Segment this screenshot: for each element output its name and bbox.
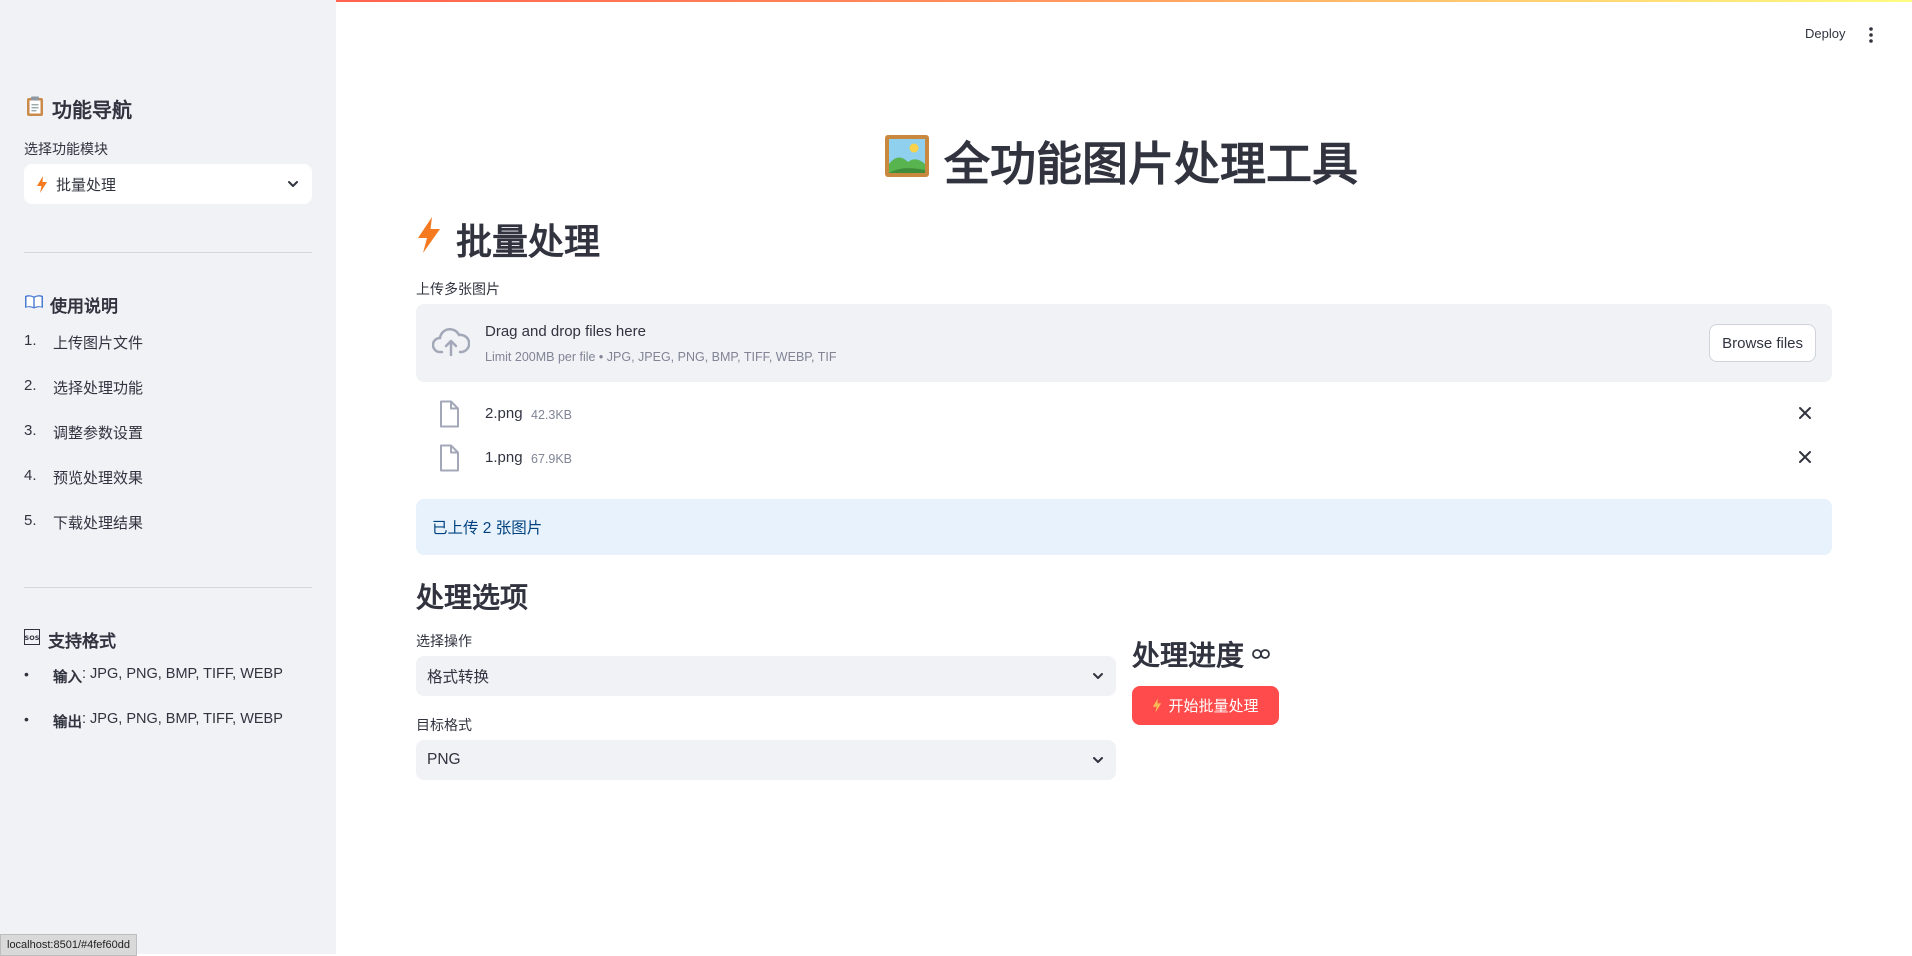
instructions-list: 1. 上传图片文件 2. 选择处理功能 3. 调整参数设置 4. 预览处理效果 5. 下载…	[24, 332, 143, 557]
file-size: 42.3KB	[531, 408, 573, 422]
step-number: 4.	[24, 467, 37, 484]
chevron-down-icon	[1091, 753, 1105, 767]
file-dropzone[interactable]: Drag and drop files here Limit 200MB per…	[416, 304, 1832, 382]
deploy-button[interactable]: Deploy	[1805, 26, 1845, 41]
step-text: 预览处理效果	[53, 470, 144, 487]
format-value: : JPG, PNG, BMP, TIFF, WEBP	[82, 666, 283, 682]
step-text: 调整参数设置	[53, 425, 144, 442]
format-value: : JPG, PNG, BMP, TIFF, WEBP	[82, 711, 283, 727]
info-alert: 已上传 2 张图片	[416, 499, 1832, 555]
sidebar-nav-title-text: 功能导航	[52, 100, 132, 122]
formats-list: • 输入: JPG, PNG, BMP, TIFF, WEBP • 输出: JPG,…	[24, 666, 283, 756]
bullet: •	[24, 666, 29, 682]
sidebar-divider	[24, 587, 312, 588]
formats-title-text: 支持格式	[48, 632, 116, 651]
lightning-icon	[36, 175, 48, 193]
uploaded-file-row: 2.png 42.3KB	[416, 396, 1832, 432]
browse-files-button[interactable]: Browse files	[1709, 324, 1816, 362]
sidebar-nav-title: 功能导航	[24, 94, 132, 123]
format-name: 输入	[53, 670, 82, 686]
list-item: • 输入: JPG, PNG, BMP, TIFF, WEBP	[24, 666, 283, 711]
format-name: 输出	[53, 715, 82, 731]
page-title: 全功能图片处理工具	[884, 128, 1358, 194]
open-book-icon	[24, 294, 44, 315]
step-number: 2.	[24, 377, 37, 394]
instructions-title: 使用说明	[24, 292, 118, 317]
module-select-value: 批量处理	[56, 176, 117, 194]
format-select-value: PNG	[427, 751, 461, 768]
sidebar: 功能导航 选择功能模块 批量处理 使用说明 1. 上传图片文件 2. 选择处理功能 …	[0, 0, 336, 954]
progress-title: 处理进度	[1132, 634, 1270, 674]
svg-text:SOS: SOS	[25, 634, 40, 642]
operation-select-value: 格式转换	[427, 669, 490, 686]
file-icon	[438, 444, 460, 472]
step-number: 5.	[24, 512, 37, 529]
dropzone-limit: Limit 200MB per file • JPG, JPEG, PNG, B…	[485, 350, 837, 364]
formats-title: SOS 支持格式	[24, 627, 116, 652]
format-label: 目标格式	[416, 717, 472, 733]
lightning-icon	[1152, 698, 1162, 713]
start-batch-button-label: 开始批量处理	[1168, 698, 1259, 715]
section-title: 批量处理	[416, 213, 600, 265]
section-title-text: 批量处理	[456, 221, 601, 262]
lightning-icon	[416, 216, 442, 262]
list-item: 2. 选择处理功能	[24, 377, 143, 422]
chevron-down-icon	[1091, 669, 1105, 683]
file-icon	[438, 400, 460, 428]
list-item: • 输出: JPG, PNG, BMP, TIFF, WEBP	[24, 711, 283, 756]
step-text: 上传图片文件	[53, 335, 144, 352]
file-size: 67.9KB	[531, 452, 573, 466]
instructions-title-text: 使用说明	[50, 297, 118, 316]
bullet: •	[24, 711, 29, 727]
framed-picture-icon	[884, 134, 930, 189]
step-number: 3.	[24, 422, 37, 439]
more-vertical-icon[interactable]	[1868, 26, 1874, 44]
step-text: 下载处理结果	[53, 515, 144, 532]
list-item: 1. 上传图片文件	[24, 332, 143, 377]
chevron-down-icon	[286, 177, 300, 191]
status-bar-url: localhost:8501/#4fef60dd	[0, 934, 137, 956]
start-batch-button[interactable]: 开始批量处理	[1132, 686, 1279, 725]
close-icon[interactable]	[1796, 448, 1814, 466]
sidebar-divider	[24, 252, 312, 253]
file-name: 1.png	[485, 449, 523, 466]
link-icon[interactable]	[1252, 648, 1270, 660]
module-select-label: 选择功能模块	[24, 141, 108, 157]
module-select[interactable]: 批量处理	[24, 164, 312, 204]
step-number: 1.	[24, 332, 37, 349]
dropzone-title: Drag and drop files here	[485, 323, 646, 340]
operation-select[interactable]: 格式转换	[416, 656, 1116, 696]
list-item: 5. 下载处理结果	[24, 512, 143, 557]
operation-label: 选择操作	[416, 633, 472, 649]
upload-label: 上传多张图片	[416, 281, 500, 297]
options-title: 处理选项	[416, 582, 529, 613]
list-item: 3. 调整参数设置	[24, 422, 143, 467]
progress-title-text: 处理进度	[1132, 640, 1245, 671]
uploaded-file-row: 1.png 67.9KB	[416, 440, 1832, 476]
file-name: 2.png	[485, 405, 523, 422]
sos-icon: SOS	[24, 629, 40, 650]
clipboard-icon	[24, 95, 46, 123]
cloud-upload-icon	[432, 325, 470, 359]
format-select[interactable]: PNG	[416, 740, 1116, 780]
page-title-text: 全功能图片处理工具	[944, 138, 1358, 190]
list-item: 4. 预览处理效果	[24, 467, 143, 512]
close-icon[interactable]	[1796, 404, 1814, 422]
step-text: 选择处理功能	[53, 380, 144, 397]
